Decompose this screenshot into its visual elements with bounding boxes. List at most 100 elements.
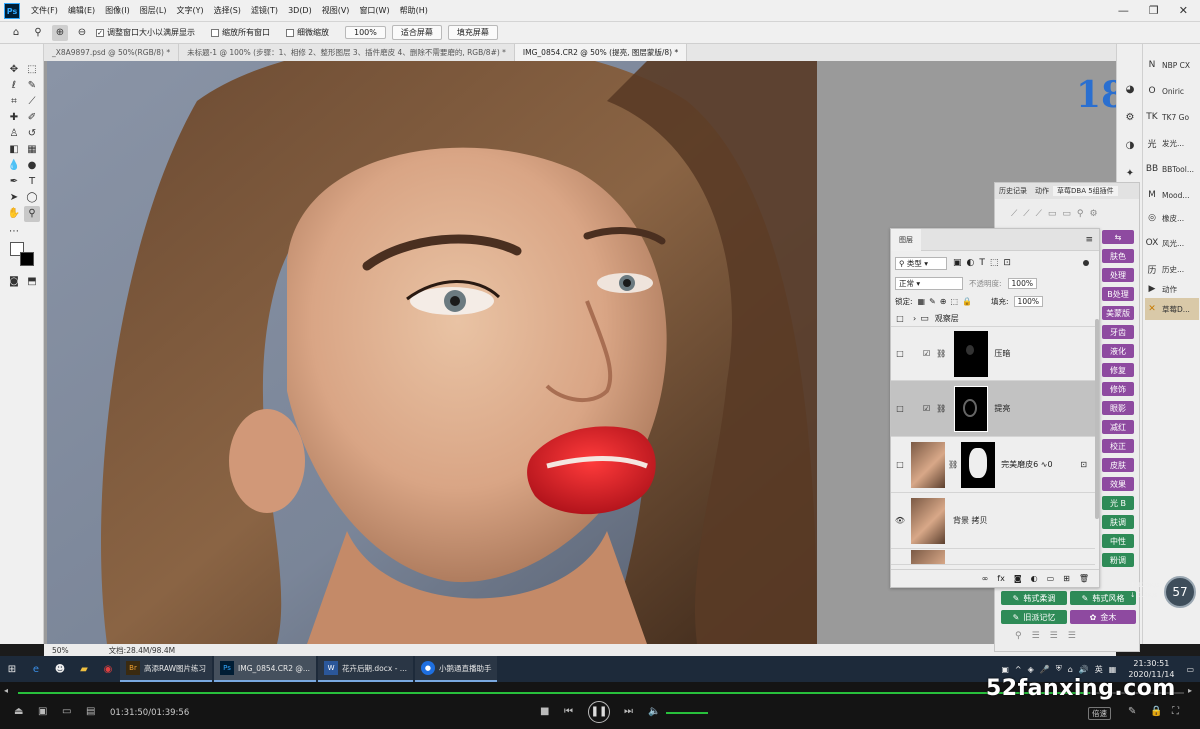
ext-item-actions[interactable]: ▶ 动作 [1145,278,1199,300]
background-color-swatch[interactable] [20,252,34,266]
plugin-button-2[interactable]: B处理 [1102,287,1134,301]
resize-windows-checkbox[interactable]: ✓ 调整窗口大小以满屏显示 [96,27,195,38]
hand-tool-icon[interactable]: ✋ [6,206,22,222]
plugin-button-14[interactable]: 肤调 [1102,515,1134,529]
zoom-level[interactable]: 50% [52,646,69,655]
type-tool-icon[interactable]: T [24,174,40,190]
move-tool-icon[interactable]: ✥ [6,62,22,78]
blur-tool-icon[interactable]: 💧 [6,158,22,174]
link-layers-icon[interactable]: ∞ [982,574,989,583]
tray-app-icon[interactable]: ◈ [1028,665,1034,674]
fx-icon[interactable]: fx [997,574,1005,583]
adjustment-layer-icon[interactable]: ◐ [1031,574,1038,583]
menu-image[interactable]: 图像(I) [100,5,135,16]
screen-mode-icon[interactable]: ⬒ [24,274,40,290]
ext-item-tk7[interactable]: TK TK7 Go [1145,106,1199,128]
speed-bubble[interactable]: 57 [1164,576,1196,608]
monitor-icon[interactable]: ▣ [1001,665,1009,674]
file-explorer-icon[interactable]: ▰ [72,657,96,681]
tab-document-2[interactable]: 未标题-1 @ 100% (步骤：1、相修 2、整形图层 3、插件磨皮 4、删除… [179,44,515,61]
path-select-icon[interactable]: ➤ [6,190,22,206]
plugin-button-11[interactable]: 皮肤 [1102,458,1134,472]
plugin-button-9[interactable]: 减红 [1102,420,1134,434]
scrubby-zoom-checkbox[interactable]: 细微缩放 [286,27,329,38]
plugin-korean-soft-button[interactable]: ✎ 韩式柔调 [1001,591,1067,605]
tab-document-3[interactable]: IMG_0854.CR2 @ 50% (提亮, 图层蒙版/8) * [514,44,688,61]
new-group-icon[interactable]: ▭ [1047,574,1055,583]
input-method[interactable]: 英 [1095,664,1103,675]
visibility-toggle[interactable]: □ [891,460,909,469]
clone-stamp-icon[interactable]: ♙ [6,126,22,142]
start-icon[interactable]: ⊞ [0,657,24,681]
menu-edit[interactable]: 编辑(E) [63,5,100,16]
blend-mode-select[interactable]: 正常 ▾ [895,276,963,290]
plugin-jinmu-button[interactable]: ✿ 金木 [1070,610,1136,624]
layer-thumbnail[interactable] [911,497,945,544]
shape-tool-icon[interactable]: ◯ [24,190,40,206]
lock-icons[interactable]: ▦✎⊕⬚🔒 [918,297,976,306]
layer-thumbnail[interactable] [911,549,945,564]
plugin-button-15[interactable]: 中性 [1102,534,1134,548]
plugin-button-1[interactable]: 处理 [1102,268,1134,282]
microphone-icon[interactable]: 🎤 [1040,665,1050,674]
zoom-100-button[interactable]: 100% [345,26,386,39]
fill-input[interactable]: 100% [1013,295,1043,307]
fullscreen-icon[interactable]: ⛶ [1172,706,1179,717]
edge-icon[interactable]: e [24,657,48,681]
plugin-button-7[interactable]: 修饰 [1102,382,1134,396]
menu-view[interactable]: 视图(V) [317,5,355,16]
tab-strawberry-plugin[interactable]: 草莓DBA 5组插件 [1053,186,1118,196]
plugin-button-4[interactable]: 牙齿 [1102,325,1134,339]
eye-icon[interactable]: 👁 [891,516,909,525]
notification-icon[interactable]: ▭ [1186,665,1194,674]
layer-perfect-skin[interactable]: □ ⛓ 完美磨皮6 ∿0 ⊡ [891,437,1095,493]
chevron-up-icon[interactable]: ^ [1015,665,1022,674]
menu-help[interactable]: 帮助(H) [395,5,433,16]
properties-panel-icon[interactable]: ⚙ [1122,110,1138,126]
lock-icon[interactable]: 🔒 [1150,706,1162,717]
fit-screen-button[interactable]: 适合屏幕 [391,25,442,40]
lasso-tool-icon[interactable]: ℓ [6,78,22,94]
tab-document-1[interactable]: _X8A9897.psd @ 50%(RGB/8) * [44,44,180,61]
layer-mask-thumbnail[interactable] [954,385,989,432]
ext-item-nbp[interactable]: N NBP CX [1145,54,1199,76]
layer-brighten[interactable]: □ ☑ ⛓ 提亮 [891,381,1095,437]
visibility-toggle[interactable]: □ [891,404,909,413]
volume-icon[interactable]: 🔊 [1079,665,1089,674]
brush-tool-icon[interactable]: ✐ [24,110,40,126]
menu-layer[interactable]: 图层(L) [135,5,172,16]
taskbar-app-photoshop[interactable]: Ps IMG_0854.CR2 @... [214,656,317,682]
quick-mask-icon[interactable]: ◙ [6,274,22,290]
plugin-button-13[interactable]: 光 B [1102,496,1134,510]
visibility-toggle[interactable]: □ [891,349,909,358]
tab-actions[interactable]: 动作 [1031,186,1053,196]
layer-background-partial[interactable] [891,549,1095,565]
subtitle-icon[interactable]: ▤ [86,706,95,717]
next-icon[interactable]: ⏭ [624,706,633,717]
shield-icon[interactable]: ⛨ [1056,664,1062,674]
ext-item-history[interactable]: 历历史... [1145,258,1199,280]
color-panel-icon[interactable]: ◕ [1122,82,1138,98]
qq-icon[interactable]: ☻ [48,657,72,681]
rewind-icon[interactable]: ◂ [4,686,8,695]
layer-filter-icons[interactable]: ▣◐T⬚⊡ [953,258,1016,268]
zoom-all-windows-checkbox[interactable]: 缩放所有窗口 [211,27,270,38]
network-icon[interactable]: ⌂ [1068,665,1073,674]
ime-icon[interactable]: ▦ [1109,665,1117,674]
taskbar-app-bridge[interactable]: Br 高添RAW图片练习 [120,656,213,682]
menu-filter[interactable]: 滤镜(T) [246,5,283,16]
plugin-button-top[interactable]: ⇆ [1102,230,1134,244]
volume-icon[interactable]: 🔈 [648,706,660,717]
zoom-tool-icon[interactable]: ⚲ [30,25,46,41]
trash-icon[interactable]: 🗑 [1079,574,1089,583]
plugin-button-3[interactable]: 美蒙版 [1102,306,1134,320]
layers-scrollbar[interactable] [1095,319,1099,519]
plugin-button-6[interactable]: 修复 [1102,363,1134,377]
maximize-icon[interactable]: ❐ [1149,4,1159,17]
progress-fill[interactable] [18,692,1090,694]
dodge-tool-icon[interactable]: ● [24,158,40,174]
panel-menu-icon[interactable]: ≡ [1085,235,1093,245]
previous-icon[interactable]: ⏮ [564,706,573,717]
settings-icon[interactable]: ✎ [1128,706,1136,717]
opacity-input[interactable]: 100% [1007,277,1037,289]
